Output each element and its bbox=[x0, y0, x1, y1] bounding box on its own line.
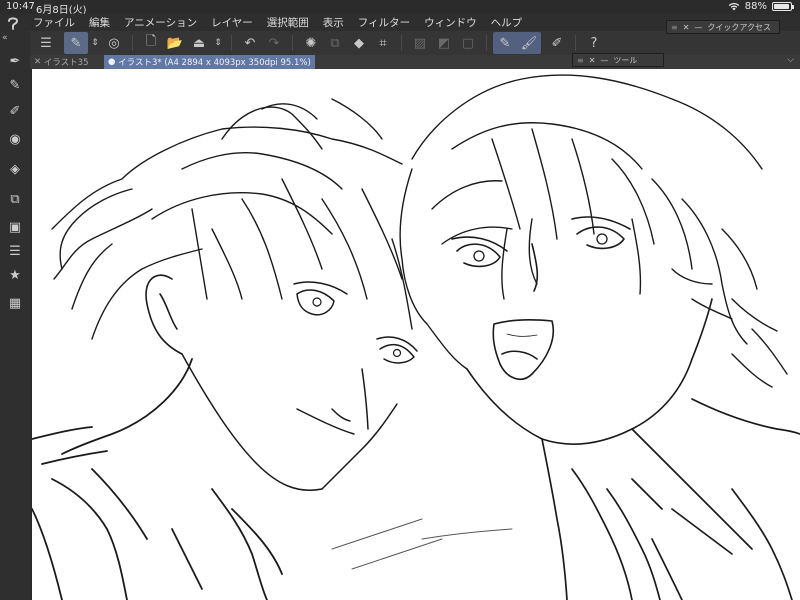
layer-property-icon[interactable]: ⧉ bbox=[5, 189, 25, 209]
palette-title: ツール bbox=[613, 55, 638, 65]
battery-percent: 88% bbox=[744, 1, 767, 12]
menu-filter[interactable]: フィルター bbox=[351, 15, 417, 30]
undo-icon[interactable]: ↶ bbox=[238, 32, 262, 54]
wifi-icon bbox=[728, 2, 739, 11]
material-icon[interactable]: ★ bbox=[5, 265, 25, 285]
tool-pen-icon[interactable]: ✒ bbox=[5, 51, 25, 71]
menu-layer[interactable]: レイヤー bbox=[204, 15, 260, 30]
brush-tool-icon[interactable]: 🖌 bbox=[517, 32, 541, 54]
status-right: 88% bbox=[728, 1, 794, 12]
new-canvas-icon[interactable]: 🗋 bbox=[139, 32, 163, 54]
drag-handle-icon[interactable]: ≡ bbox=[671, 23, 678, 32]
separator bbox=[575, 35, 576, 51]
clip-studio-icon[interactable]: ◎ bbox=[102, 32, 126, 54]
menu-view[interactable]: 表示 bbox=[316, 15, 351, 30]
palette-title: クイックアクセス bbox=[707, 22, 772, 32]
sub-view-icon[interactable]: ☰ bbox=[5, 241, 25, 261]
tab-illust35[interactable]: ✕ イラスト35 bbox=[30, 55, 92, 69]
transform-icon[interactable]: ⧉ bbox=[323, 32, 347, 54]
menu-animation[interactable]: アニメーション bbox=[117, 15, 204, 30]
sketch-artwork bbox=[32, 74, 800, 600]
redo-icon[interactable]: ↷ bbox=[262, 32, 286, 54]
minimize-icon[interactable]: — bbox=[600, 56, 608, 65]
drag-handle-icon[interactable]: ≡ bbox=[577, 56, 584, 65]
save-icon[interactable]: ⏏ bbox=[187, 32, 211, 54]
loading-icon[interactable]: ✺ bbox=[299, 32, 323, 54]
brush-tool-group: ✎ 🖌 bbox=[493, 32, 541, 54]
status-time: 10:47 bbox=[6, 1, 35, 12]
collapse-chevron-icon[interactable]: « bbox=[2, 33, 8, 43]
tool-settings-icon[interactable]: ✎ bbox=[5, 75, 25, 95]
separator bbox=[486, 35, 487, 51]
ios-status-bar: 10:47 6月8日(火) 88% bbox=[0, 0, 800, 16]
chevron-down-icon[interactable]: ⌵ bbox=[787, 55, 794, 65]
tab-illust3-active[interactable]: ● イラスト3* (A4 2894 x 4093px 350dpi 95.1%) bbox=[104, 55, 315, 69]
clip-studio-window: 10:47 6月8日(火) 88% ファイル 編集 アニメーション レイヤー 選… bbox=[0, 0, 800, 600]
menu-edit[interactable]: 編集 bbox=[82, 15, 117, 30]
open-folder-icon[interactable]: 📂 bbox=[163, 32, 187, 54]
chevron-updown-icon[interactable]: ⇕ bbox=[211, 32, 225, 54]
selection-layer-icon[interactable]: ▢ bbox=[456, 32, 480, 54]
crop-icon[interactable]: ⌗ bbox=[371, 32, 395, 54]
menu-file[interactable]: ファイル bbox=[26, 15, 82, 30]
document-tabs: ✕ イラスト35 ● イラスト3* (A4 2894 x 4093px 350d… bbox=[30, 55, 800, 69]
separator bbox=[401, 35, 402, 51]
separator bbox=[231, 35, 232, 51]
drawing-canvas[interactable] bbox=[32, 69, 800, 600]
clear-selection-icon[interactable]: ▨ bbox=[408, 32, 432, 54]
close-icon[interactable]: ✕ bbox=[34, 57, 44, 67]
help-icon[interactable]: ? bbox=[582, 32, 606, 54]
close-icon[interactable]: ✕ bbox=[683, 23, 690, 32]
fill-icon[interactable]: ◆ bbox=[347, 32, 371, 54]
menu-selection[interactable]: 選択範囲 bbox=[260, 15, 316, 30]
menu-help[interactable]: ヘルプ bbox=[484, 15, 530, 30]
chevron-updown-icon[interactable]: ⇕ bbox=[88, 32, 102, 54]
timeline-icon[interactable]: ▦ bbox=[5, 293, 25, 313]
tool-palette[interactable]: ≡ ✕ — ツール bbox=[572, 53, 664, 67]
hamburger-icon[interactable]: ☰ bbox=[34, 32, 58, 54]
tab-label: イラスト35 bbox=[43, 58, 89, 68]
invert-selection-icon[interactable]: ◩ bbox=[432, 32, 456, 54]
color-circle-icon[interactable]: ◉ bbox=[5, 129, 25, 149]
command-bar: ☰ ✎ ⇕ ◎ 🗋 📂 ⏏ ⇕ ↶ ↷ ✺ ⧉ ◆ ⌗ ▨ ◩ ▢ ✎ 🖌 ✐ … bbox=[30, 31, 800, 55]
edit-canvas-icon[interactable]: ✎ bbox=[64, 32, 88, 54]
quick-access-palette[interactable]: ≡ ✕ — クイックアクセス bbox=[666, 20, 780, 34]
layers-icon[interactable]: ◈ bbox=[5, 159, 25, 179]
close-icon[interactable]: ✕ bbox=[589, 56, 596, 65]
separator bbox=[292, 35, 293, 51]
pen-tool-icon[interactable]: ✎ bbox=[493, 32, 517, 54]
tool-property-icon[interactable]: ✐ bbox=[5, 101, 25, 121]
menu-window[interactable]: ウィンドウ bbox=[417, 15, 484, 30]
battery-icon bbox=[772, 2, 794, 11]
navigator-icon[interactable]: ▣ bbox=[5, 217, 25, 237]
separator bbox=[132, 35, 133, 51]
tab-label: イラスト3* (A4 2894 x 4093px 350dpi 95.1%) bbox=[118, 58, 311, 68]
eraser-tool-icon[interactable]: ✐ bbox=[545, 32, 569, 54]
minimize-icon[interactable]: — bbox=[694, 23, 702, 32]
left-toolbar: « ✒ ✎ ✐ ◉ ◈ ⧉ ▣ ☰ ★ ▦ bbox=[0, 31, 30, 600]
unsaved-dot-icon: ● bbox=[108, 57, 119, 67]
app-logo-icon[interactable] bbox=[0, 14, 26, 31]
